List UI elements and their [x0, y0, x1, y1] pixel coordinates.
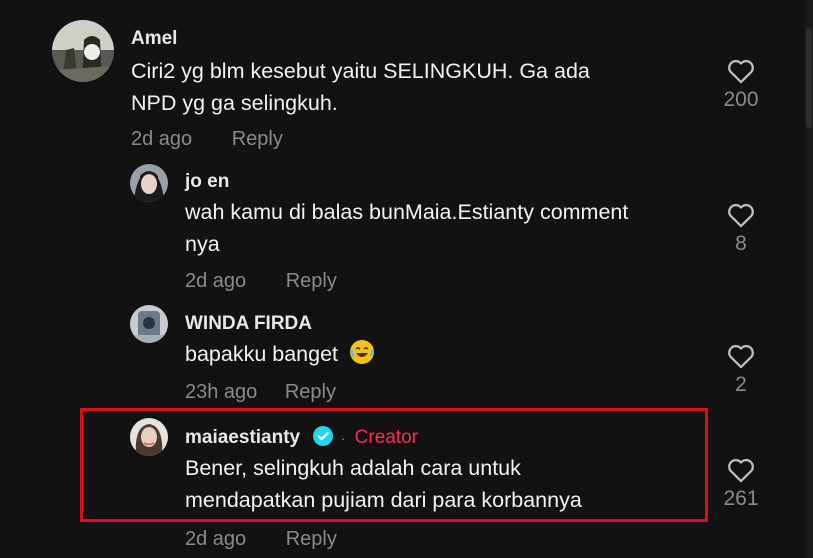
like-button[interactable]: 261: [711, 457, 771, 511]
heart-outline-icon: [728, 458, 754, 483]
comment-time: 2d ago: [185, 270, 247, 292]
avatar[interactable]: [52, 20, 114, 82]
like-button[interactable]: 200: [711, 58, 771, 112]
scrollbar[interactable]: [805, 0, 813, 558]
verified-badge-icon: [313, 426, 334, 446]
comment-text: bapakku banget: [185, 338, 375, 370]
reply-button[interactable]: Reply: [232, 128, 283, 150]
comment-text-line: mendapatkan pujiam dari para korbannya: [185, 488, 582, 512]
like-count: 200: [723, 88, 759, 111]
comment-time: 23h ago: [185, 381, 258, 403]
heart-outline-icon: [728, 59, 754, 84]
like-count: 261: [723, 487, 759, 510]
like-button[interactable]: 8: [711, 202, 771, 256]
comment-username: maiaestianty · Creator: [185, 426, 418, 449]
comment-text: Ciri2 yg blm kesebut yaitu SELINGKUH. Ga…: [131, 55, 590, 119]
avatar[interactable]: [130, 164, 168, 202]
comment-text: wah kamu di balas bunMaia.Estianty comme…: [185, 196, 628, 260]
separator-dot: ·: [340, 430, 346, 446]
comment-text-line: bapakku banget: [185, 342, 339, 366]
comment-meta: 2d ago Reply: [185, 528, 337, 551]
heart-outline-icon: [728, 203, 754, 228]
reply-button[interactable]: Reply: [286, 528, 337, 550]
scrollbar-thumb[interactable]: [806, 28, 812, 128]
comment-text-line: Bener, selingkuh adalah cara untuk: [185, 456, 521, 480]
comment-text-line: wah kamu di balas bunMaia.Estianty comme…: [185, 200, 629, 224]
comment-time: 2d ago: [185, 528, 247, 550]
comment-meta: 2d ago Reply: [131, 128, 283, 151]
comment-winda-firda: WINDA FIRDA bapakku banget 23h ago Reply…: [0, 300, 790, 410]
comment-meta: 2d ago Reply: [185, 270, 337, 293]
comment-username[interactable]: WINDA FIRDA: [185, 313, 312, 335]
reply-button[interactable]: Reply: [286, 270, 337, 292]
rolling-laughing-emoji-icon: [350, 340, 375, 364]
comment-maiaestianty: maiaestianty · Creator Bener, selingkuh …: [0, 410, 790, 558]
creator-label: Creator: [354, 427, 418, 448]
comment-text: Bener, selingkuh adalah cara untuk menda…: [185, 452, 582, 516]
avatar[interactable]: [130, 305, 168, 343]
comment-text-line: nya: [185, 232, 220, 256]
comment-username-text[interactable]: maiaestianty: [185, 427, 300, 448]
comment-username[interactable]: jo en: [185, 171, 229, 193]
reply-button[interactable]: Reply: [285, 381, 336, 403]
comment-meta: 23h ago Reply: [185, 381, 336, 404]
like-count: 2: [735, 373, 747, 396]
heart-outline-icon: [728, 344, 754, 369]
avatar[interactable]: [130, 418, 168, 456]
comment-time: 2d ago: [131, 128, 193, 150]
comment-amel: Amel Ciri2 yg blm kesebut yaitu SELINGKU…: [0, 0, 790, 160]
like-button[interactable]: 2: [711, 343, 771, 397]
comment-username[interactable]: Amel: [131, 28, 177, 50]
comment-text-line: NPD yg ga selingkuh.: [131, 91, 338, 115]
like-count: 8: [735, 232, 747, 255]
comment-text-line: Ciri2 yg blm kesebut yaitu SELINGKUH. Ga…: [131, 59, 590, 83]
comment-jo-en: jo en wah kamu di balas bunMaia.Estianty…: [0, 160, 790, 300]
